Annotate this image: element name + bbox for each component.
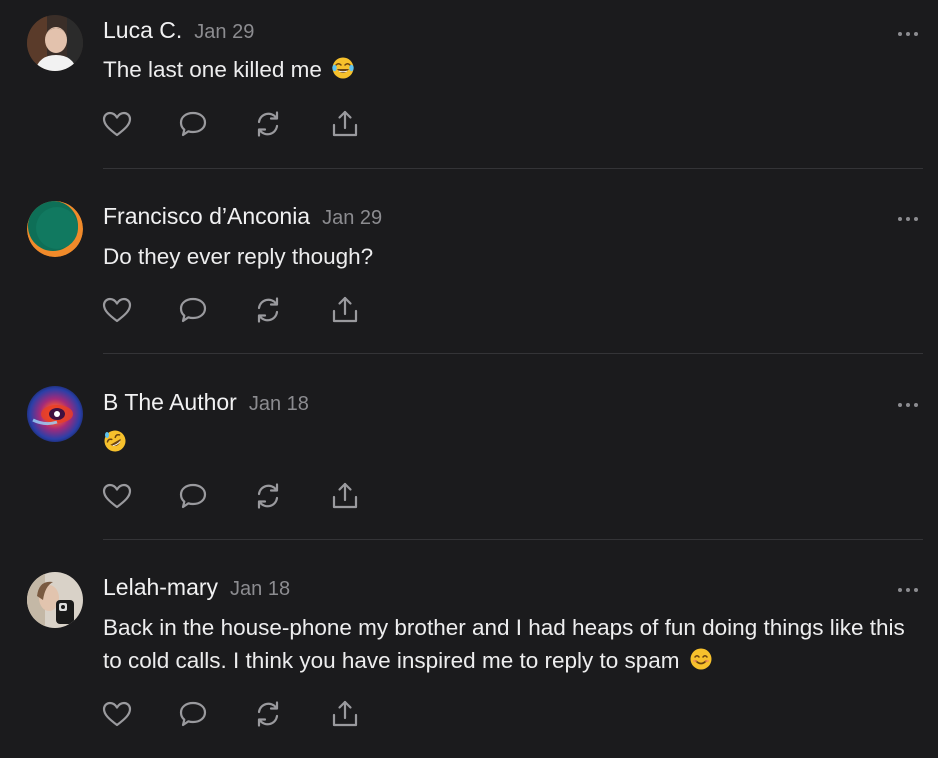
action-bar — [101, 294, 371, 326]
comment-icon[interactable] — [177, 480, 209, 512]
comment-date[interactable]: Jan 29 — [322, 207, 382, 229]
comment-icon[interactable] — [177, 294, 209, 326]
comment-body: Do they ever reply though? — [103, 244, 374, 269]
author-name[interactable]: B The Author — [103, 389, 237, 415]
avatar[interactable] — [27, 386, 83, 442]
share-icon[interactable] — [329, 294, 361, 326]
restack-icon[interactable] — [252, 480, 284, 512]
share-icon[interactable] — [329, 108, 361, 140]
face-with-tears-of-joy-icon — [331, 56, 355, 80]
divider — [103, 168, 923, 169]
restack-icon[interactable] — [252, 108, 284, 140]
comment-header: B The Author Jan 18 — [103, 388, 309, 420]
comment-text: The last one killed me — [103, 53, 913, 86]
author-name[interactable]: Luca C. — [103, 17, 182, 43]
comment-text — [103, 426, 913, 459]
rolling-on-floor-laughing-icon — [103, 429, 127, 453]
smiling-face-icon — [689, 647, 713, 671]
heart-icon[interactable] — [101, 480, 133, 512]
avatar[interactable] — [27, 15, 83, 71]
comment-text: Back in the house-phone my brother and I… — [103, 611, 913, 677]
action-bar — [101, 480, 371, 512]
author-name[interactable]: Lelah-mary — [103, 574, 218, 600]
comment-text: Do they ever reply though? — [103, 240, 913, 273]
more-options-icon[interactable] — [895, 582, 921, 592]
comment-icon[interactable] — [177, 698, 209, 730]
more-options-icon[interactable] — [895, 26, 921, 36]
comment-date[interactable]: Jan 18 — [230, 578, 290, 600]
comment-feed: Luca C. Jan 29 The last one killed me Fr… — [0, 0, 938, 758]
action-bar — [101, 698, 371, 730]
restack-icon[interactable] — [252, 294, 284, 326]
comment-body: The last one killed me — [103, 57, 322, 82]
comment-header: Luca C. Jan 29 — [103, 16, 254, 48]
comment-body: Back in the house-phone my brother and I… — [103, 615, 905, 673]
share-icon[interactable] — [329, 480, 361, 512]
comment-date[interactable]: Jan 18 — [249, 393, 309, 415]
author-name[interactable]: Francisco d’Anconia — [103, 203, 310, 229]
divider — [103, 353, 923, 354]
restack-icon[interactable] — [252, 698, 284, 730]
comment-header: Francisco d’Anconia Jan 29 — [103, 202, 382, 234]
comment-header: Lelah-mary Jan 18 — [103, 573, 290, 605]
heart-icon[interactable] — [101, 698, 133, 730]
avatar[interactable] — [27, 201, 83, 257]
heart-icon[interactable] — [101, 108, 133, 140]
more-options-icon[interactable] — [895, 211, 921, 221]
avatar[interactable] — [27, 572, 83, 628]
comment-icon[interactable] — [177, 108, 209, 140]
comment-date[interactable]: Jan 29 — [194, 21, 254, 43]
heart-icon[interactable] — [101, 294, 133, 326]
more-options-icon[interactable] — [895, 397, 921, 407]
divider — [103, 539, 923, 540]
share-icon[interactable] — [329, 698, 361, 730]
action-bar — [101, 108, 371, 140]
